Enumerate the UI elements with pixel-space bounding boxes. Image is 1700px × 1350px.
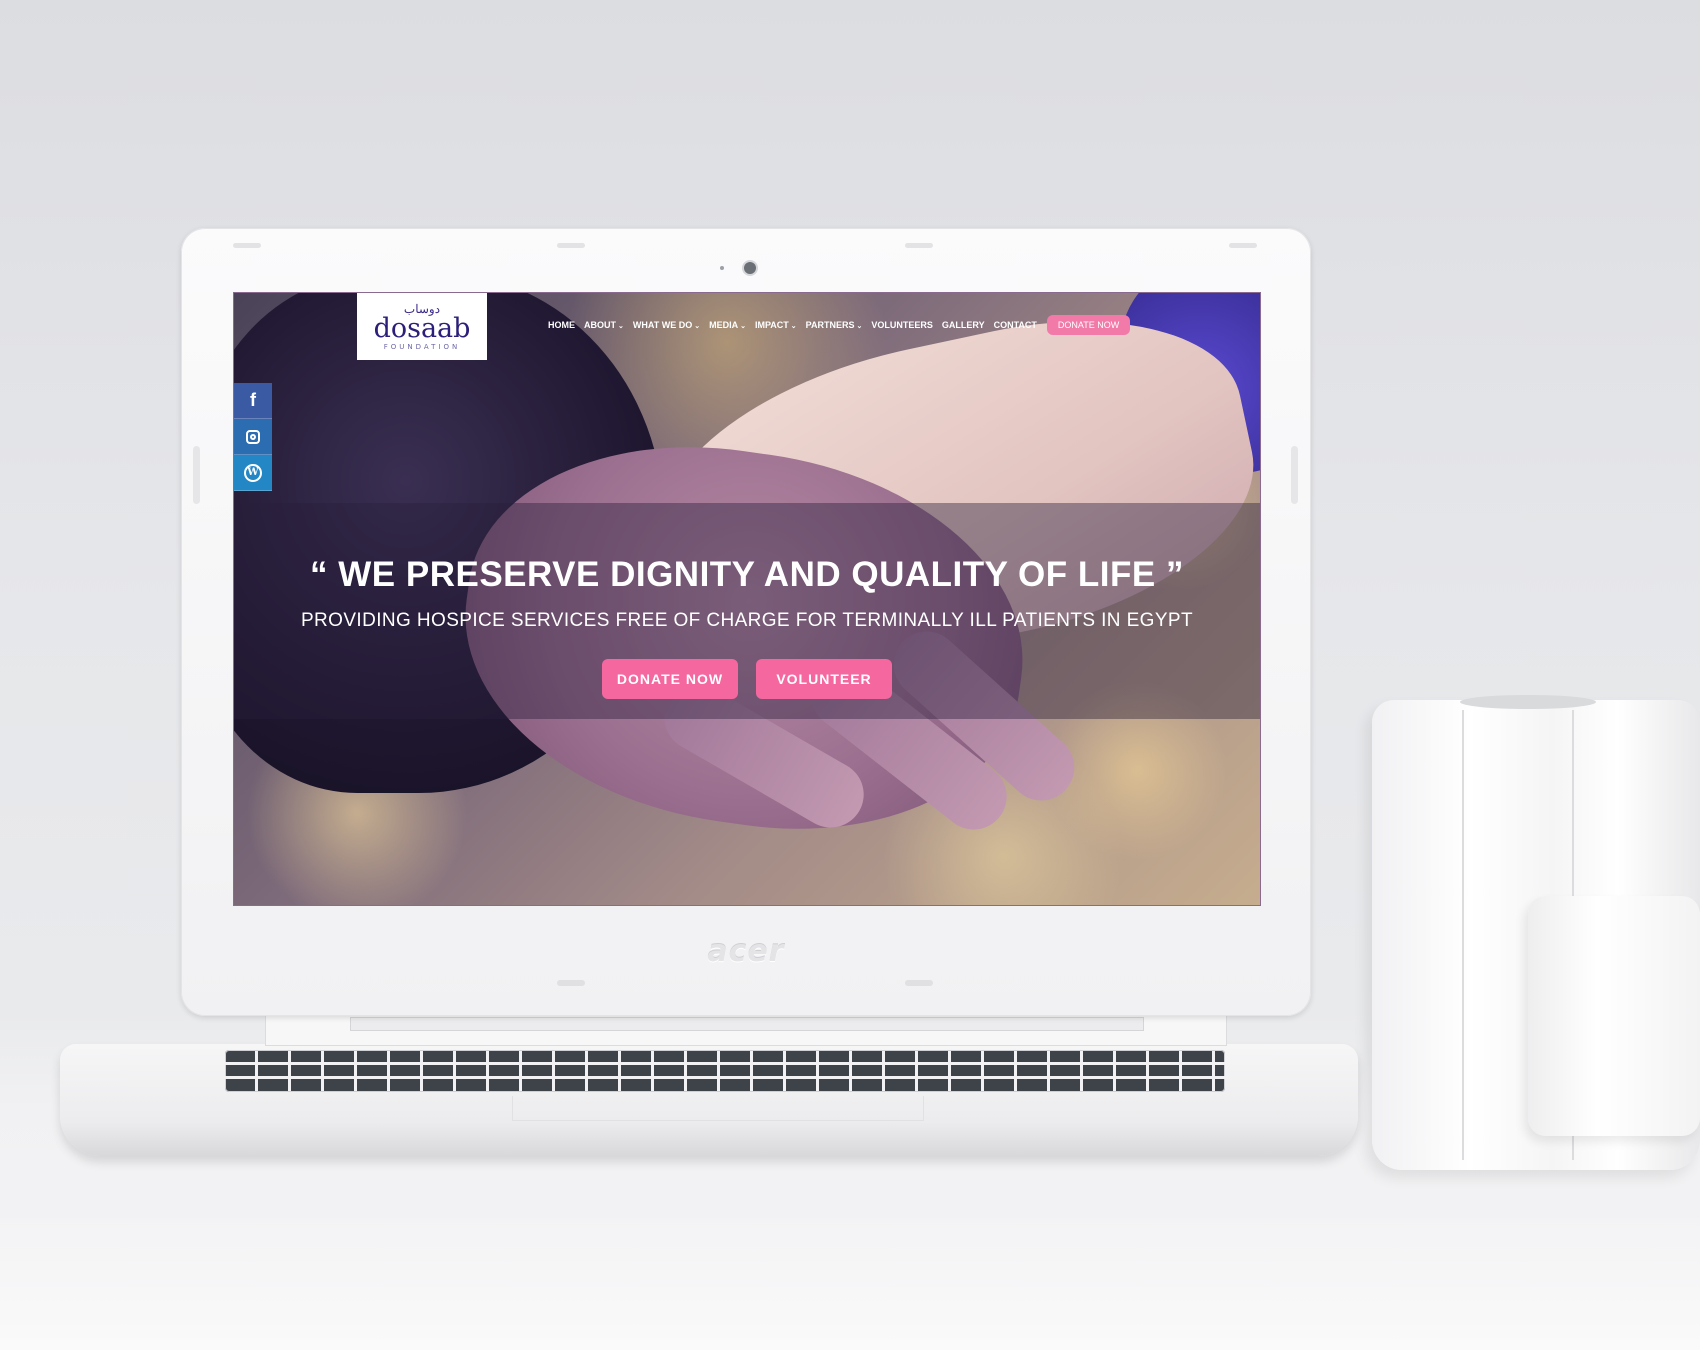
hero-volunteer-button[interactable]: VOLUNTEER bbox=[756, 659, 892, 699]
shelf-surface bbox=[0, 1218, 1700, 1350]
laptop-trackpad bbox=[512, 1096, 924, 1121]
instagram-camera-shape bbox=[246, 429, 260, 444]
logo-subtitle: FOUNDATION bbox=[383, 342, 461, 351]
hero-headline: “ WE PRESERVE DIGNITY AND QUALITY OF LIF… bbox=[310, 555, 1184, 594]
nav-item-about[interactable]: ABOUT ⌄ bbox=[584, 320, 624, 330]
lid-bumper bbox=[905, 243, 933, 248]
laptop-screen: دوساب dosaab FOUNDATION HOME ABOUT ⌄ WHAT… bbox=[233, 292, 1261, 906]
laptop-hinge-gap bbox=[350, 1017, 1144, 1031]
hero-donate-button[interactable]: DONATE NOW bbox=[602, 659, 738, 699]
lid-side-bumper bbox=[1291, 446, 1298, 504]
chevron-down-icon: ⌄ bbox=[694, 323, 701, 330]
wordpress-circle: W bbox=[244, 463, 262, 482]
instagram-icon[interactable] bbox=[234, 419, 272, 455]
nav-item-home[interactable]: HOME bbox=[548, 320, 575, 330]
lid-bumper bbox=[557, 243, 585, 248]
chevron-down-icon: ⌄ bbox=[740, 323, 746, 330]
logo-name: dosaab bbox=[373, 312, 471, 344]
lid-foot bbox=[557, 980, 585, 986]
chevron-down-icon: ⌄ bbox=[856, 323, 863, 330]
webcam bbox=[744, 262, 756, 274]
tealight-candle bbox=[1460, 695, 1596, 709]
social-sidebar: f W bbox=[234, 383, 272, 491]
camera-led bbox=[720, 266, 724, 270]
nav-item-gallery[interactable]: GALLERY bbox=[942, 320, 985, 330]
nav-item-media[interactable]: MEDIA ⌄ bbox=[709, 320, 746, 330]
main-navigation: HOME ABOUT ⌄ WHAT WE DO ⌄ MEDIA ⌄ IMPACT ⌄ P… bbox=[548, 315, 1131, 335]
lid-side-bumper bbox=[193, 446, 200, 504]
vase-groove bbox=[1462, 710, 1464, 1160]
nav-item-what-we-do[interactable]: WHAT WE DO ⌄ bbox=[633, 320, 700, 330]
lid-bumper bbox=[233, 243, 261, 248]
chevron-down-icon: ⌄ bbox=[790, 323, 797, 330]
chevron-down-icon: ⌄ bbox=[618, 323, 624, 330]
laptop-brand-logo: acer bbox=[707, 934, 785, 969]
facebook-icon[interactable]: f bbox=[234, 383, 272, 419]
wordpress-icon[interactable]: W bbox=[234, 455, 272, 491]
nav-item-contact[interactable]: CONTACT bbox=[994, 320, 1037, 330]
nav-item-volunteers[interactable]: VOLUNTEERS bbox=[871, 320, 933, 330]
nav-item-partners[interactable]: PARTNERS ⌄ bbox=[806, 320, 863, 330]
keyboard-row-gap bbox=[225, 1076, 1225, 1079]
site-logo[interactable]: دوساب dosaab FOUNDATION bbox=[357, 293, 487, 360]
lid-foot bbox=[905, 980, 933, 986]
logo-wordmark: dosaab bbox=[369, 312, 471, 344]
keyboard-row-gap bbox=[225, 1062, 1225, 1065]
white-vase-small bbox=[1528, 896, 1700, 1136]
nav-item-impact[interactable]: IMPACT ⌄ bbox=[755, 320, 797, 330]
nav-donate-button[interactable]: DONATE NOW bbox=[1046, 315, 1131, 335]
laptop-keyboard bbox=[225, 1050, 1225, 1092]
hero-subheadline: PROVIDING HOSPICE SERVICES FREE OF CHARG… bbox=[300, 610, 1193, 631]
lid-bumper bbox=[1229, 243, 1257, 248]
